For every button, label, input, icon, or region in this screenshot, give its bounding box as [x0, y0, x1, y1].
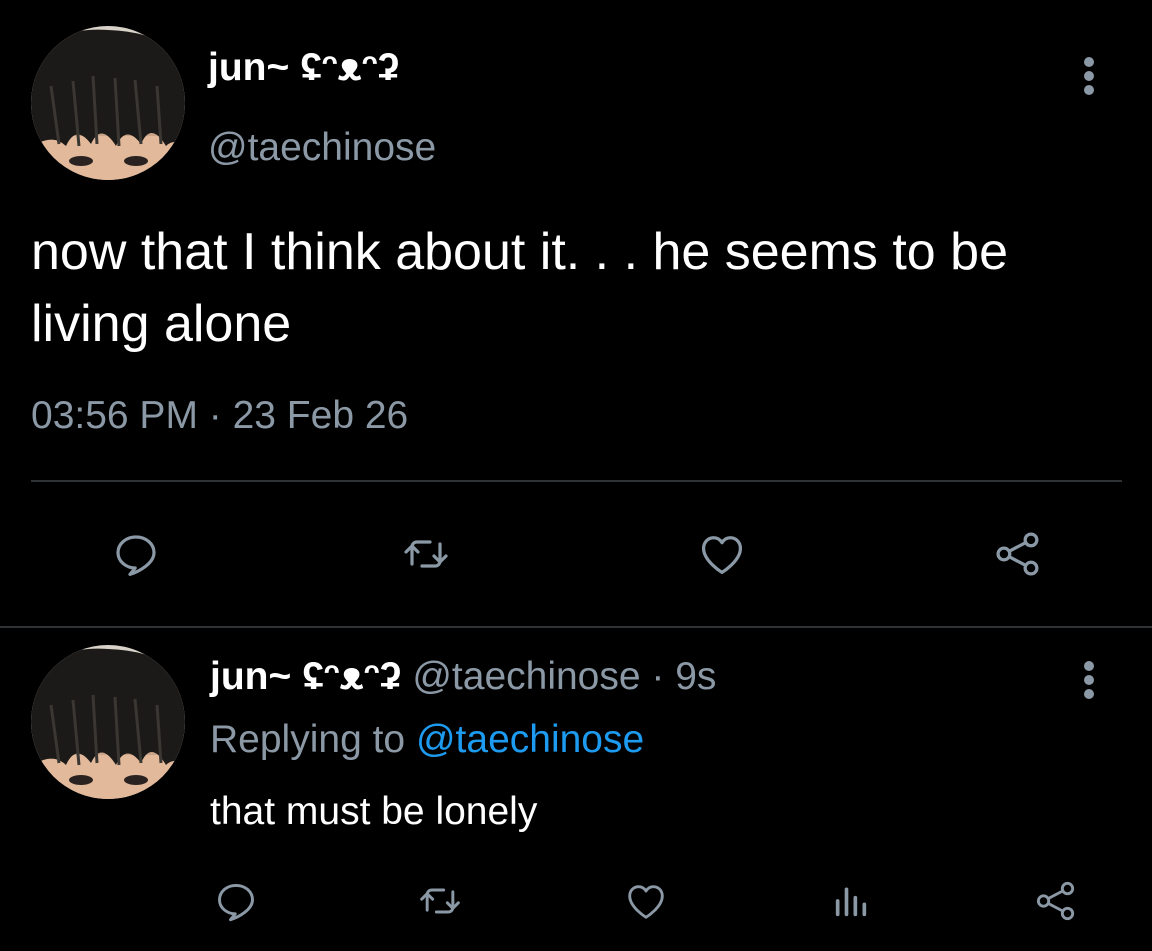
share-button[interactable]	[1028, 873, 1084, 929]
share-button[interactable]	[986, 522, 1050, 586]
section-divider	[0, 626, 1152, 628]
retweet-icon	[404, 540, 448, 568]
divider	[31, 480, 1122, 482]
tweet-timestamp[interactable]: 03:56 PM · 23 Feb 26	[31, 394, 408, 438]
handle-and-time: @taechinose · 9s	[401, 655, 717, 698]
reply-header: jun~ ʢᵔᴥᵔʡ @taechinose · 9s	[210, 655, 716, 699]
retweet-icon	[420, 888, 460, 914]
avatar[interactable]	[31, 26, 185, 180]
retweet-button[interactable]	[394, 522, 458, 586]
analytics-button[interactable]	[823, 873, 879, 929]
more-vertical-icon	[1084, 661, 1094, 699]
comment-icon	[218, 883, 254, 922]
retweet-button[interactable]	[412, 873, 468, 929]
tweet-text: now that I think about it. . . he seems …	[31, 223, 1009, 353]
display-name[interactable]: jun~ ʢᵔᴥᵔʡ	[210, 655, 402, 698]
comment-icon	[116, 535, 156, 576]
share-icon	[1036, 881, 1075, 921]
share-icon	[996, 532, 1039, 576]
main-tweet: jun~ ʢᵔᴥᵔʡ @taechinose now that I think …	[0, 0, 1152, 627]
analytics-icon	[835, 887, 867, 917]
reply-button[interactable]	[104, 522, 168, 586]
replying-to: Replying to @taechinose	[210, 718, 644, 762]
heart-icon	[701, 536, 743, 575]
like-button[interactable]	[618, 873, 674, 929]
user-handle[interactable]: @taechinose	[208, 126, 436, 170]
display-name[interactable]: jun~ ʢᵔᴥᵔʡ	[208, 46, 400, 90]
avatar-image	[31, 26, 185, 180]
replying-to-label: Replying to	[210, 718, 416, 761]
tweet-text: that must be lonely	[210, 790, 538, 833]
avatar-image	[31, 645, 185, 799]
more-vertical-icon	[1084, 57, 1094, 95]
reply-button[interactable]	[208, 873, 264, 929]
more-options-button[interactable]	[1069, 52, 1109, 100]
more-options-button[interactable]	[1069, 656, 1109, 704]
heart-icon	[628, 885, 664, 919]
avatar[interactable]	[31, 645, 185, 799]
like-button[interactable]	[690, 522, 754, 586]
replying-to-link[interactable]: @taechinose	[416, 718, 644, 761]
